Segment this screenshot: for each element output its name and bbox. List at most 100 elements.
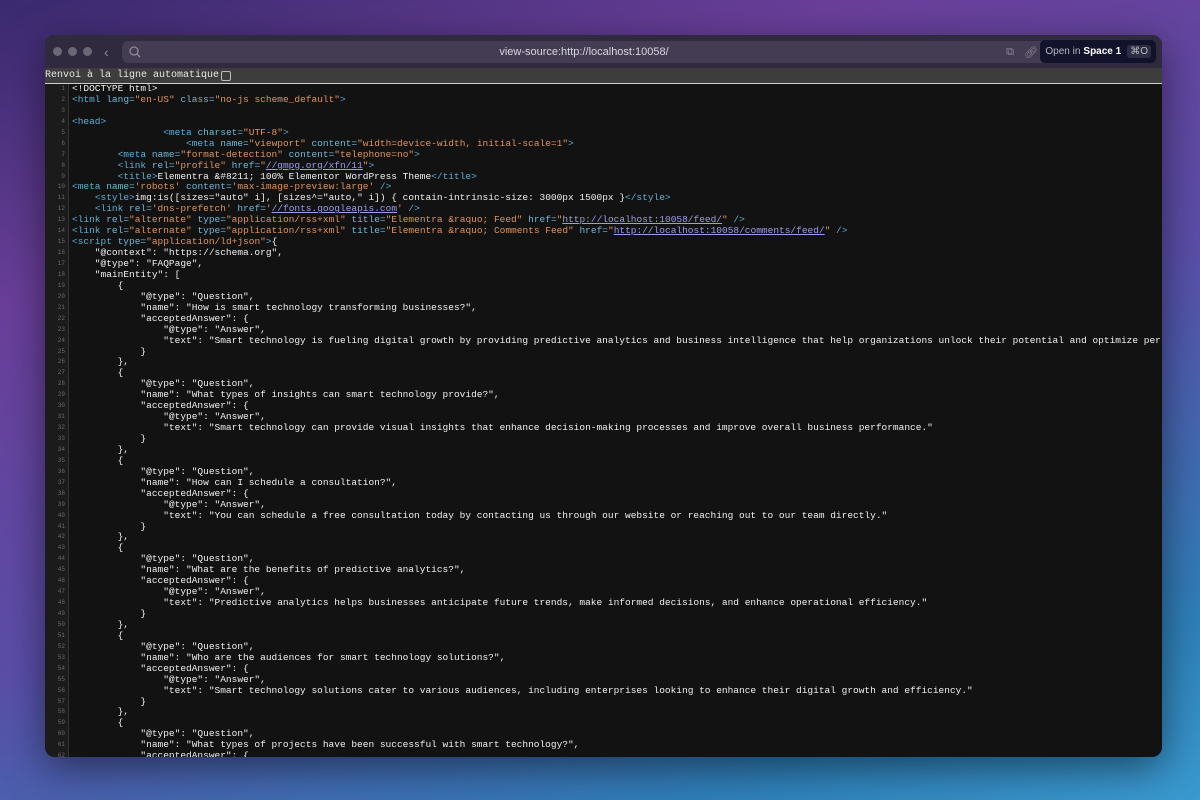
code-token: "format-detection": [180, 148, 283, 160]
code-token: >: [414, 148, 420, 160]
source-line: 6 <meta name= "viewport" content= "width=d…: [45, 137, 1162, 150]
code-token: "acceptedAnswer": {: [72, 662, 249, 674]
line-number: 33: [45, 434, 69, 445]
line-number: 56: [45, 685, 69, 697]
code-token: href=: [225, 159, 261, 171]
line-number: 62: [45, 751, 69, 757]
line-number: 40: [45, 510, 69, 522]
line-number: 31: [45, 412, 69, 424]
code-token: "no-js scheme_default": [214, 93, 340, 105]
code-token: content=: [282, 148, 335, 160]
code-token: name=: [220, 137, 249, 149]
code-token: content=: [305, 137, 358, 149]
space-label: Space 1: [1083, 46, 1122, 57]
browser-window: ‹ view-source:http://localhost:10058/ ⧉ …: [45, 35, 1162, 757]
source-line: 41 }: [45, 521, 1162, 533]
code-token: class=: [174, 93, 215, 105]
code-token: </style>: [625, 192, 671, 204]
source-line: 55 "@type": "Answer",: [45, 674, 1162, 686]
code-token: "@type": "Answer",: [72, 323, 266, 335]
link-icon[interactable]: 🔗︎: [1024, 46, 1038, 59]
source-line: 7 <meta name= "format-detection" content=…: [45, 148, 1162, 161]
line-number: 35: [45, 455, 69, 467]
line-wrap-label: Renvoi à la ligne automatique: [45, 70, 220, 81]
line-number: 5: [45, 127, 69, 139]
open-in-label: Open in: [1045, 46, 1081, 57]
code-token: <link: [117, 159, 152, 171]
line-number: 25: [45, 346, 69, 358]
extension-icon[interactable]: ⧉: [1006, 46, 1014, 59]
line-number: 53: [45, 652, 69, 664]
line-number: 52: [45, 641, 69, 653]
code-token: "text": "Smart technology solutions cate…: [72, 684, 973, 696]
source-line: 33 }: [45, 433, 1162, 445]
code-token: >: [340, 93, 346, 105]
source-line: 58 },: [45, 706, 1162, 719]
address-bar[interactable]: view-source:http://localhost:10058/ ⧉ 🔗︎: [122, 41, 1046, 63]
source-link[interactable]: http://localhost:10058/comments/feed/: [614, 225, 825, 237]
line-number: 2: [45, 94, 69, 106]
code-token: "width=device-width, initial-scale=1": [357, 137, 569, 149]
code-token: "text": "You can schedule a free consult…: [72, 509, 888, 521]
line-number: 37: [45, 477, 69, 489]
line-number: 8: [45, 160, 69, 172]
source-line: 54 "acceptedAnswer": {: [45, 662, 1162, 675]
source-line: 22 "acceptedAnswer": {: [45, 312, 1162, 325]
source-line: 39 "@type": "Answer",: [45, 499, 1162, 511]
line-number: 17: [45, 259, 69, 270]
source-line: 17 "@type": "FAQPage",: [45, 258, 1162, 270]
line-number: 12: [45, 204, 69, 216]
code-token: lang=: [106, 93, 135, 105]
line-number: 39: [45, 499, 69, 511]
line-number: 29: [45, 390, 69, 402]
browser-toolbar: ‹ view-source:http://localhost:10058/ ⧉ …: [45, 35, 1162, 68]
line-number: 60: [45, 729, 69, 741]
source-line: 42 },: [45, 531, 1162, 544]
line-number: 49: [45, 609, 69, 620]
url-text[interactable]: view-source:http://localhost:10058/: [122, 46, 1046, 58]
code-token: "en-US": [134, 93, 175, 105]
line-number: 21: [45, 302, 69, 314]
line-number: 4: [45, 116, 69, 128]
line-number: 44: [45, 554, 69, 566]
window-controls: [53, 47, 92, 56]
line-number: 9: [45, 171, 69, 183]
source-line: 38 "acceptedAnswer": {: [45, 488, 1162, 500]
minimize-window-button[interactable]: [68, 47, 77, 56]
maximize-window-button[interactable]: [83, 47, 92, 56]
line-number: 18: [45, 269, 69, 281]
line-number: 23: [45, 324, 69, 336]
line-number: 3: [45, 105, 69, 117]
source-line: 2 <html lang= "en-US" class= "no-js scheme_…: [45, 93, 1162, 106]
line-wrap-bar: Renvoi à la ligne automatique: [45, 68, 1162, 84]
line-number: 19: [45, 280, 69, 292]
back-arrow-icon[interactable]: ‹: [104, 44, 118, 60]
code-token: "text": "Predictive analytics helps busi…: [72, 597, 928, 609]
line-number: 45: [45, 565, 69, 577]
source-link[interactable]: //gmpg.org/xfn/11: [266, 160, 363, 172]
source-line: 26 },: [45, 356, 1162, 369]
open-in-space-button[interactable]: Open in Space 1 ⌘O: [1040, 40, 1156, 63]
line-number: 10: [45, 182, 69, 194]
code-token: <meta: [117, 148, 152, 160]
line-number: 61: [45, 740, 69, 752]
line-number: 55: [45, 674, 69, 686]
source-line: 57 }: [45, 696, 1162, 708]
source-line: 40 "text": "You can schedule a free cons…: [45, 509, 1162, 522]
line-number: 11: [45, 193, 69, 205]
code-token: "acceptedAnswer": {: [72, 312, 249, 324]
line-wrap-checkbox[interactable]: [221, 70, 232, 81]
code-token: "viewport": [248, 137, 306, 149]
source-line: 50 },: [45, 619, 1162, 631]
line-number: 42: [45, 532, 69, 544]
line-number: 26: [45, 357, 69, 369]
shortcut-badge: ⌘O: [1127, 45, 1151, 58]
line-number: 1: [45, 84, 69, 95]
source-line: 48 "text": "Predictive analytics helps b…: [45, 597, 1162, 609]
line-number: 54: [45, 663, 69, 675]
line-number: 41: [45, 521, 69, 533]
source-line: 49 }: [45, 608, 1162, 620]
source-line: 56 "text": "Smart technology solutions c…: [45, 684, 1162, 697]
close-window-button[interactable]: [53, 47, 62, 56]
